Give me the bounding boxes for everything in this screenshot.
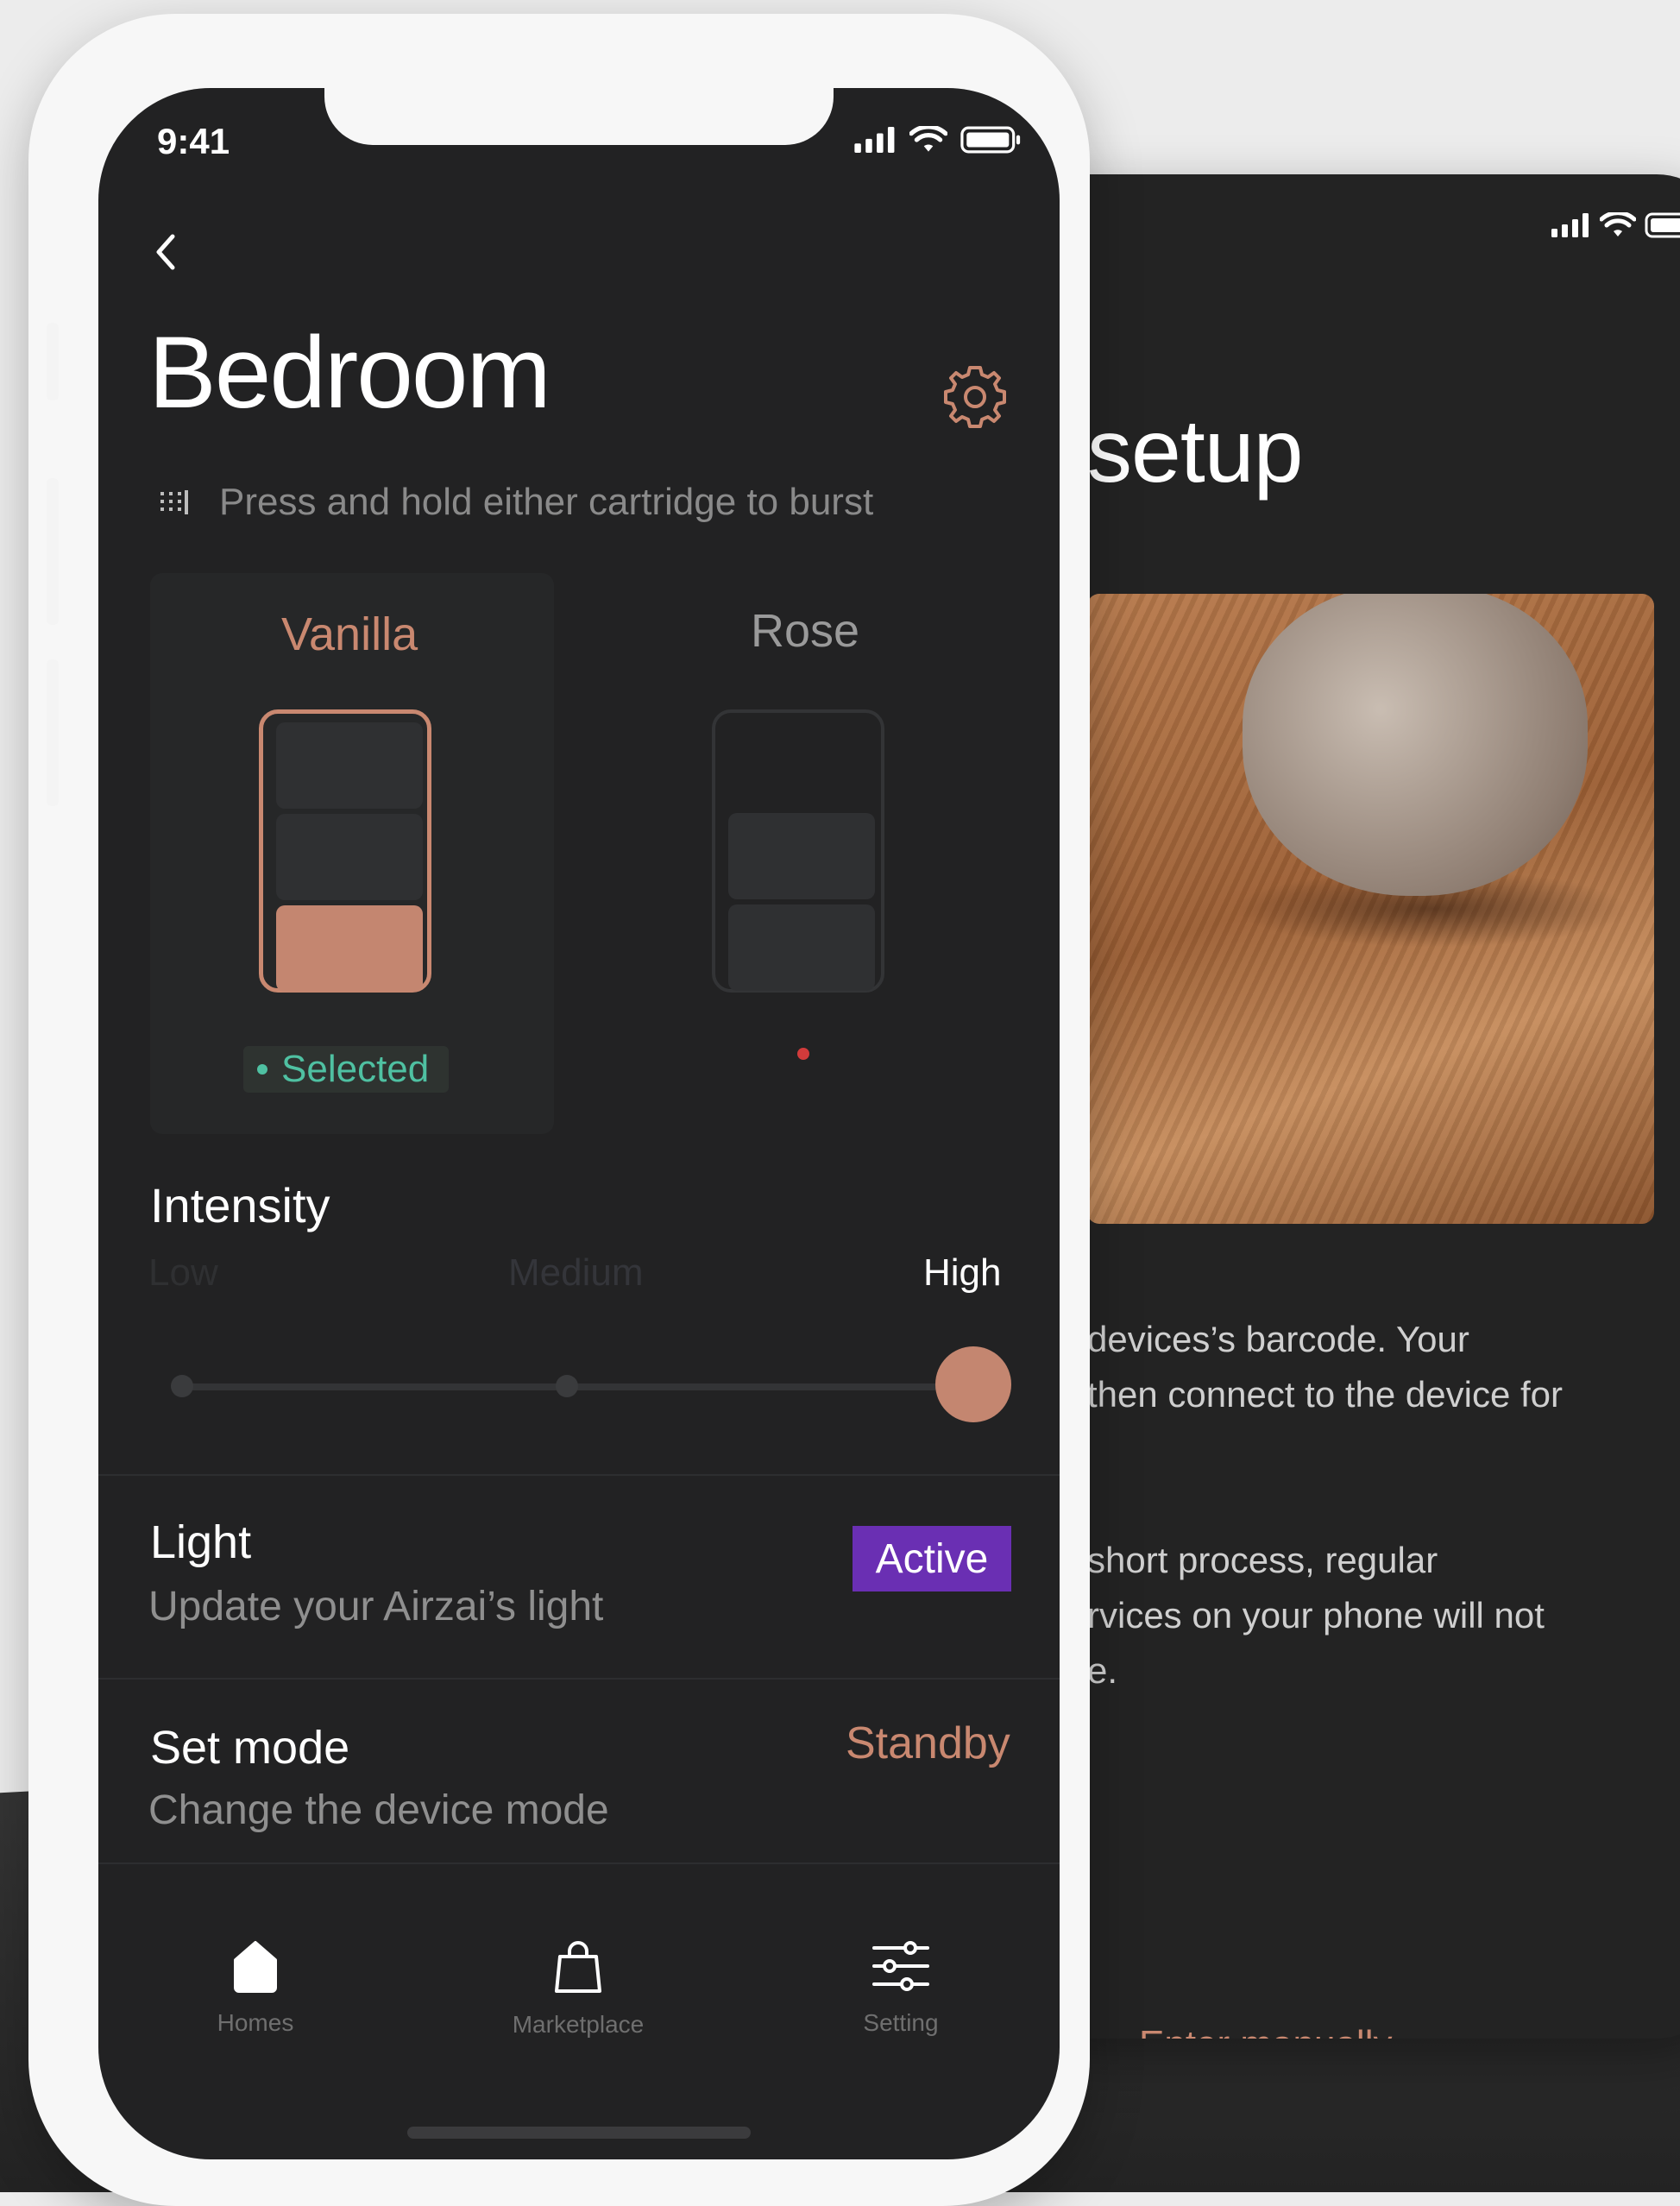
cartridge-segment <box>276 722 423 809</box>
intensity-level-low[interactable]: Low <box>148 1251 218 1295</box>
back-arrow-icon[interactable] <box>142 226 193 278</box>
cartridge-name-vanilla: Vanilla <box>281 608 418 660</box>
mode-value[interactable]: Standby <box>846 1718 1010 1769</box>
divider <box>98 1862 1060 1864</box>
intensity-level-medium[interactable]: Medium <box>508 1251 644 1295</box>
cartridge-rose[interactable] <box>712 709 884 993</box>
wifi-icon <box>909 126 947 152</box>
burst-hint: Press and hold either cartridge to burst <box>159 481 873 524</box>
back-paragraph-2: short process, regular rvices on your ph… <box>1087 1540 1545 1691</box>
enter-manually-link[interactable]: Enter manually <box>1139 2023 1392 2039</box>
light-row-title[interactable]: Light <box>150 1516 251 1569</box>
cartridge-segment <box>728 904 875 991</box>
page-title: Bedroom <box>148 316 551 430</box>
cartridge-vanilla[interactable] <box>259 709 431 993</box>
signal-icon <box>1551 213 1589 237</box>
nav-label-setting: Setting <box>863 2009 939 2036</box>
app-screen: 9:41 Bedroom Press and hold either cartr… <box>98 88 1060 2159</box>
signal-icon <box>854 127 895 153</box>
cartridge-segment <box>728 813 875 899</box>
nav-label-marketplace: Marketplace <box>512 2011 645 2038</box>
front-phone: 9:41 Bedroom Press and hold either cartr… <box>28 14 1090 2206</box>
low-level-indicator <box>797 1048 809 1060</box>
battery-icon <box>1645 212 1680 238</box>
home-indicator <box>407 2127 751 2139</box>
divider <box>98 1678 1060 1680</box>
cartridge-name-rose: Rose <box>751 605 860 657</box>
intensity-slider-track[interactable] <box>179 1383 981 1390</box>
plant-pot-image <box>1243 594 1588 896</box>
mode-row-title[interactable]: Set mode <box>150 1721 349 1774</box>
light-row-subtitle: Update your Airzai’s light <box>148 1584 604 1629</box>
slider-stop-low[interactable] <box>171 1375 193 1397</box>
burst-icon <box>160 490 188 514</box>
selected-badge: Selected <box>243 1046 449 1093</box>
status-icons <box>854 126 1022 154</box>
intensity-slider-thumb[interactable] <box>935 1346 1011 1422</box>
divider <box>98 1474 1060 1476</box>
home-icon <box>234 1941 277 1993</box>
selected-badge-label: Selected <box>281 1048 430 1090</box>
nav-item-marketplace[interactable]: Marketplace <box>475 1939 682 2039</box>
back-paragraph-1: devices’s barcode. Your then connect to … <box>1087 1319 1564 1415</box>
bag-icon <box>555 1941 601 1993</box>
back-status-icons <box>1551 212 1680 238</box>
cartridge-segment <box>276 814 423 900</box>
gear-icon[interactable] <box>941 362 1010 432</box>
back-page-title: setup <box>1087 401 1303 501</box>
battery-icon <box>960 126 1021 154</box>
nav-item-setting[interactable]: Setting <box>797 1939 1004 2037</box>
selected-dot-icon <box>257 1064 267 1075</box>
nav-item-homes[interactable]: Homes <box>152 1939 359 2037</box>
product-photo <box>1087 594 1654 1224</box>
wifi-icon <box>1600 212 1636 236</box>
slider-stop-medium[interactable] <box>556 1375 578 1397</box>
intensity-level-high[interactable]: High <box>923 1251 1002 1295</box>
back-phone: setup devices’s barcode. Your then conne… <box>1018 174 1680 2039</box>
nav-label-homes: Homes <box>217 2009 294 2036</box>
status-time: 9:41 <box>157 121 230 161</box>
silent-switch <box>47 323 59 400</box>
cartridge-fill-segment <box>276 905 423 992</box>
mode-row-subtitle: Change the device mode <box>148 1787 609 1833</box>
sliders-icon <box>872 1941 929 1991</box>
burst-hint-text: Press and hold either cartridge to burst <box>219 481 874 523</box>
notch <box>324 88 834 145</box>
volume-down-button <box>47 659 59 806</box>
volume-up-button <box>47 478 59 625</box>
light-status-badge[interactable]: Active <box>853 1526 1011 1591</box>
intensity-title: Intensity <box>150 1178 330 1232</box>
